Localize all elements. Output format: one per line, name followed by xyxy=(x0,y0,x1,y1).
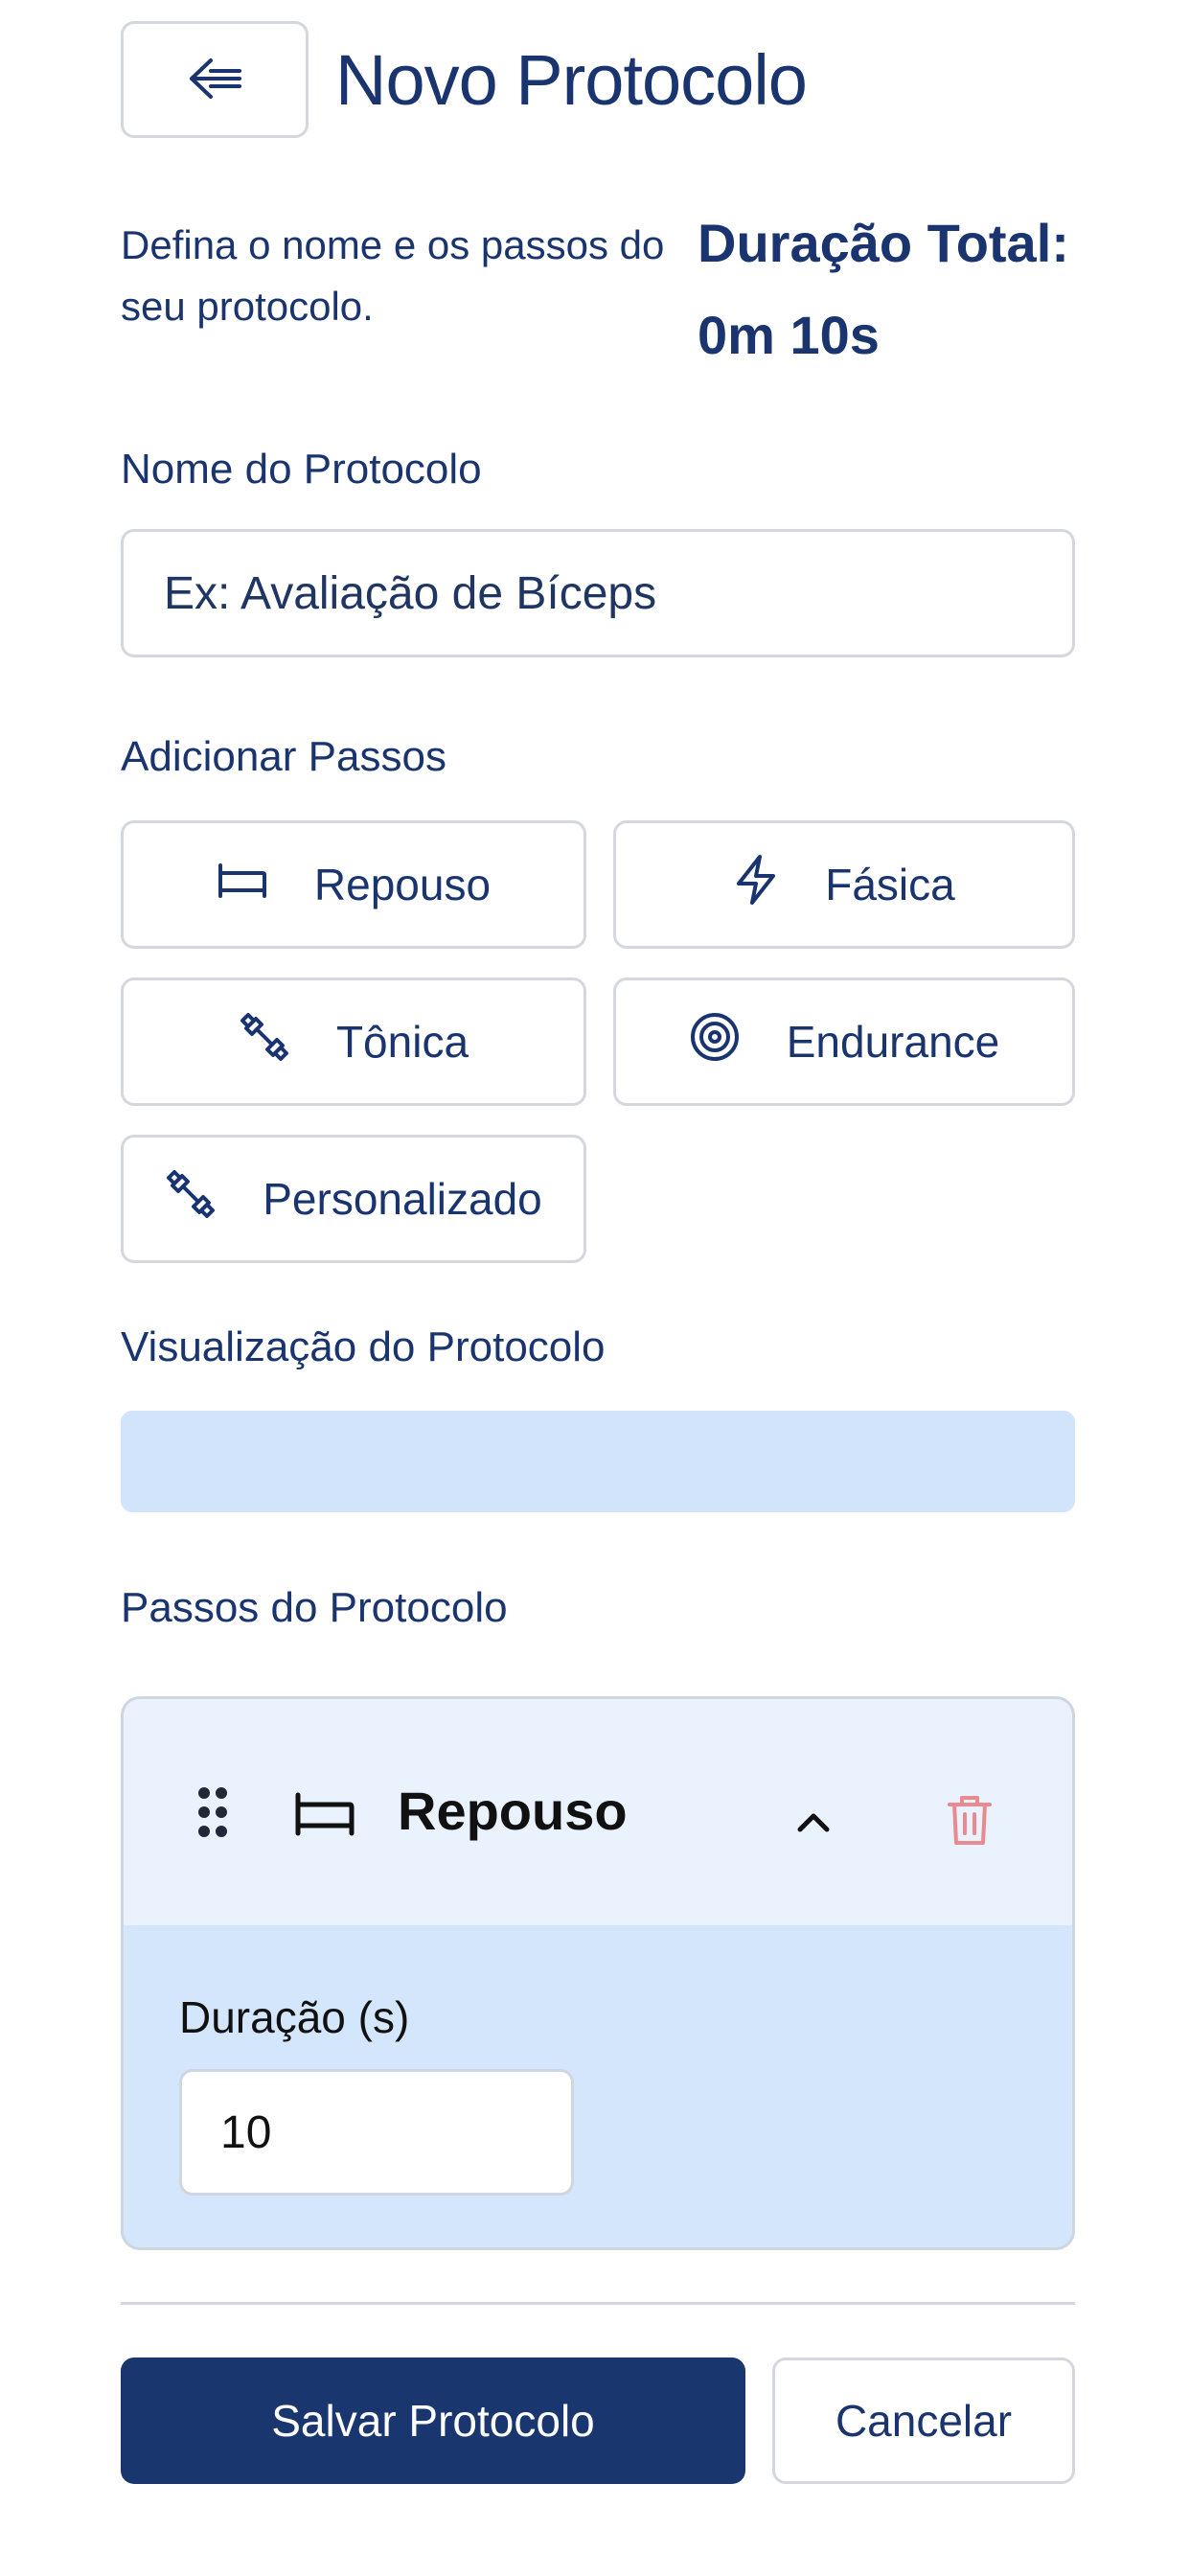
step-card: Repouso Duração (s) xyxy=(121,1696,1075,2250)
back-button[interactable] xyxy=(121,21,309,138)
step-card-header[interactable]: Repouso xyxy=(124,1699,1072,1925)
add-personalizado-label: Personalizado xyxy=(263,1174,542,1224)
add-tonica-label: Tônica xyxy=(335,1017,469,1067)
bed-icon xyxy=(217,859,268,910)
step-name: Repouso xyxy=(398,1781,628,1841)
add-repouso-button[interactable]: Repouso xyxy=(121,820,586,949)
duration-input[interactable] xyxy=(179,2069,574,2196)
protocol-name-input[interactable] xyxy=(121,529,1075,657)
add-personalizado-button[interactable]: Personalizado xyxy=(121,1135,586,1263)
add-repouso-label: Repouso xyxy=(313,860,492,909)
total-duration: Duração Total: 0m 10s xyxy=(698,213,1069,365)
add-fasica-button[interactable]: Fásica xyxy=(613,820,1075,949)
target-icon xyxy=(689,1011,741,1073)
preview-label: Visualização do Protocolo xyxy=(121,1323,606,1370)
add-endurance-label: Endurance xyxy=(786,1017,1000,1067)
cancel-button[interactable]: Cancelar xyxy=(772,2358,1075,2484)
dumbbell-icon xyxy=(165,1168,217,1230)
protocol-preview-bar xyxy=(121,1411,1075,1512)
add-endurance-button[interactable]: Endurance xyxy=(613,978,1075,1106)
bed-icon xyxy=(294,1791,355,1842)
page-subtitle: Defina o nome e os passos do seu protoco… xyxy=(121,222,665,329)
page-title: Novo Protocolo xyxy=(335,40,808,120)
lightning-icon xyxy=(733,854,779,916)
add-tonica-button[interactable]: Tônica xyxy=(121,978,586,1106)
add-fasica-label: Fásica xyxy=(825,860,955,909)
arrow-left-icon xyxy=(184,55,245,105)
protocol-name-label: Nome do Protocolo xyxy=(121,446,482,493)
save-protocol-button[interactable]: Salvar Protocolo xyxy=(121,2358,745,2484)
dumbbell-icon xyxy=(239,1011,290,1073)
drag-handle-icon[interactable] xyxy=(196,1785,229,1844)
chevron-up-icon[interactable] xyxy=(794,1806,833,1840)
steps-label: Passos do Protocolo xyxy=(121,1584,508,1631)
trash-icon[interactable] xyxy=(946,1793,994,1852)
add-steps-label: Adicionar Passos xyxy=(121,733,446,780)
footer-divider xyxy=(121,2302,1075,2305)
duration-label: Duração (s) xyxy=(179,1992,410,2042)
